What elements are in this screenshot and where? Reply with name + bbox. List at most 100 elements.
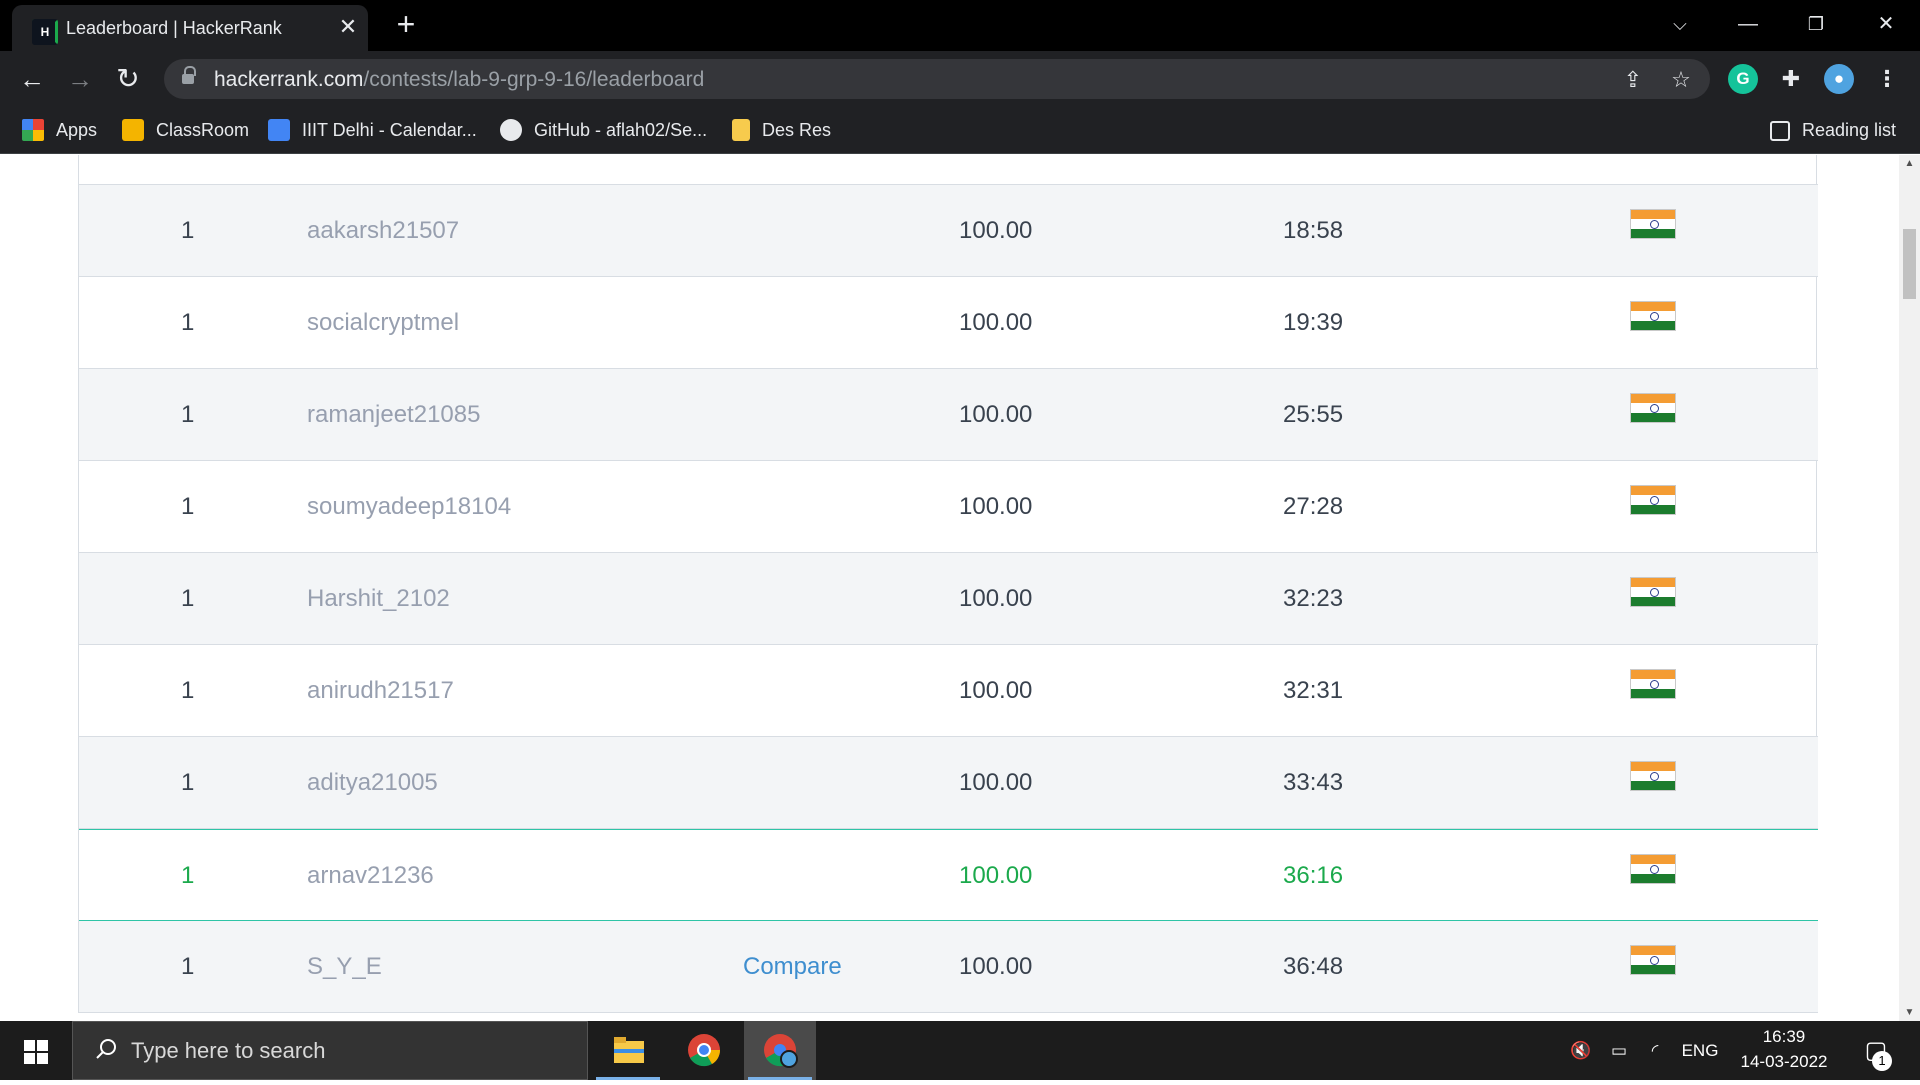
leaderboard-row: 1 anirudh21517 100.00 32:31	[79, 645, 1818, 737]
india-flag-icon	[1630, 945, 1676, 975]
time-cell: 19:39	[1283, 309, 1344, 336]
hackerrank-favicon-icon	[32, 19, 58, 45]
windows-start-icon[interactable]	[14, 1033, 58, 1069]
chrome-menu-icon[interactable]: ⋮	[1872, 64, 1902, 94]
india-flag-icon	[1630, 393, 1676, 423]
score-cell: 100.00	[959, 493, 1033, 520]
bookmark-classroom[interactable]: ClassRoom	[122, 116, 249, 144]
forward-button[interactable]: →	[64, 63, 96, 95]
reading-list-button[interactable]: Reading list	[1770, 116, 1896, 144]
taskbar-search-box[interactable]: Type here to search	[72, 1021, 588, 1080]
time-cell: 25:55	[1283, 401, 1344, 428]
clock-date[interactable]: 14-03-2022	[1730, 1052, 1838, 1072]
score-cell: 100.00	[959, 677, 1033, 704]
india-flag-icon	[1630, 301, 1676, 331]
time-cell: 36:48	[1283, 953, 1344, 980]
scroll-up-arrow-icon[interactable]: ▲	[1899, 155, 1920, 172]
username-link[interactable]: socialcryptmel	[307, 277, 459, 369]
notification-count-badge: 1	[1872, 1051, 1892, 1071]
time-cell: 27:28	[1283, 493, 1344, 520]
file-explorer-icon	[614, 1037, 644, 1063]
browser-toolbar: ← → ↻ hackerrank.com/contests/lab-9-grp-…	[0, 51, 1920, 106]
rank-cell: 1	[181, 217, 195, 244]
minimize-window-button[interactable]: —	[1728, 8, 1768, 40]
time-cell: 32:23	[1283, 585, 1344, 612]
username-link[interactable]: aditya21005	[307, 737, 438, 829]
bookmark-star-icon[interactable]: ☆	[1668, 67, 1694, 93]
page-scrollbar[interactable]: ▲ ▼	[1899, 155, 1920, 1021]
address-bar[interactable]: hackerrank.com/contests/lab-9-grp-9-16/l…	[164, 59, 1710, 99]
score-cell: 100.00	[959, 769, 1033, 796]
notification-center-icon[interactable]: ▢	[1856, 1021, 1896, 1080]
rank-cell: 1	[181, 401, 195, 428]
bookmark-calendar[interactable]: IIIT Delhi - Calendar...	[268, 116, 477, 144]
rank-cell: 1	[181, 585, 195, 612]
tab-search-icon[interactable]: ⌵	[1660, 8, 1700, 40]
chrome-icon	[688, 1034, 721, 1067]
back-button[interactable]: ←	[16, 63, 48, 95]
extensions-puzzle-icon[interactable]: ✚	[1776, 64, 1806, 94]
username-link[interactable]: jeremiah21533	[307, 155, 466, 185]
close-window-button[interactable]: ✕	[1866, 8, 1906, 40]
wifi-icon[interactable]: ◜	[1640, 1021, 1670, 1080]
close-tab-icon[interactable]: ✕	[336, 15, 360, 39]
taskbar-chrome[interactable]	[668, 1021, 740, 1080]
india-flag-icon	[1630, 761, 1676, 791]
rank-cell: 1	[181, 493, 195, 520]
time-cell: 18:58	[1283, 217, 1344, 244]
share-icon[interactable]: ⇪	[1620, 67, 1646, 93]
scrollbar-thumb[interactable]	[1903, 229, 1916, 299]
compare-link[interactable]: Compare	[743, 921, 842, 1013]
grammarly-extension-icon[interactable]: G	[1728, 64, 1758, 94]
browser-tab[interactable]: Leaderboard | HackerRank ✕	[12, 5, 368, 51]
india-flag-icon	[1630, 209, 1676, 239]
profile-avatar[interactable]: ●	[1824, 64, 1854, 94]
rank-cell: 1	[181, 155, 194, 185]
search-icon	[96, 1039, 116, 1059]
username-link[interactable]: ramanjeet21085	[307, 369, 480, 461]
clock-time[interactable]: 16:39	[1740, 1027, 1828, 1047]
scroll-down-arrow-icon[interactable]: ▼	[1899, 1004, 1920, 1021]
time-cell: 32:31	[1283, 677, 1344, 704]
folder-icon	[732, 119, 750, 141]
browser-title-bar: Leaderboard | HackerRank ✕ + ⌵ — ❐ ✕	[0, 0, 1920, 51]
username-link[interactable]: Harshit_2102	[307, 553, 450, 645]
score-cell: 100.00	[959, 401, 1033, 428]
classroom-icon	[122, 119, 144, 141]
reading-list-icon	[1770, 121, 1790, 141]
windows-taskbar: Type here to search 🔇 ▭ ◜ ENG 16:39 14-0…	[0, 1021, 1920, 1080]
bookmark-des-res[interactable]: Des Res	[732, 116, 831, 144]
rank-cell: 1	[181, 677, 195, 704]
leaderboard-row: 1 socialcryptmel 100.00 19:39	[79, 277, 1818, 369]
bookmark-github[interactable]: GitHub - aflah02/Se...	[500, 116, 707, 144]
battery-icon[interactable]: ▭	[1604, 1021, 1634, 1080]
taskbar-chrome-profile[interactable]	[744, 1021, 816, 1080]
language-indicator[interactable]: ENG	[1676, 1021, 1724, 1080]
reload-button[interactable]: ↻	[112, 63, 144, 95]
username-link[interactable]: S_Y_E	[307, 921, 382, 1013]
bookmarks-bar: Apps ClassRoom IIIT Delhi - Calendar... …	[0, 106, 1920, 154]
time-cell: 33:43	[1283, 769, 1344, 796]
username-link[interactable]: arnav21236	[307, 830, 434, 922]
leaderboard-row: 1 aditya21005 100.00 33:43	[79, 737, 1818, 829]
username-link[interactable]: anirudh21517	[307, 645, 454, 737]
score-cell: 100.00	[959, 217, 1033, 244]
leaderboard-row: 1 aakarsh21507 100.00 18:58	[79, 185, 1818, 277]
username-link[interactable]: aakarsh21507	[307, 185, 459, 277]
score-cell: 100.00	[959, 155, 1032, 185]
volume-muted-icon[interactable]: 🔇	[1566, 1021, 1596, 1080]
rank-cell: 1	[181, 309, 195, 336]
url-text[interactable]: hackerrank.com/contests/lab-9-grp-9-16/l…	[214, 68, 704, 92]
restore-window-button[interactable]: ❐	[1796, 8, 1836, 40]
bookmark-apps[interactable]: Apps	[22, 116, 97, 144]
score-cell: 100.00	[959, 953, 1033, 980]
username-link[interactable]: soumyadeep18104	[307, 461, 511, 553]
leaderboard-row: 1 jeremiah21533 100.00 16:02	[79, 155, 1818, 185]
rank-cell: 1	[181, 953, 195, 980]
india-flag-icon	[1630, 669, 1676, 699]
new-tab-button[interactable]: +	[392, 8, 420, 40]
taskbar-file-explorer[interactable]	[592, 1021, 664, 1080]
leaderboard-row: 1 soumyadeep18104 100.00 27:28	[79, 461, 1818, 553]
rank-cell: 1	[181, 862, 195, 889]
rank-cell: 1	[181, 769, 195, 796]
